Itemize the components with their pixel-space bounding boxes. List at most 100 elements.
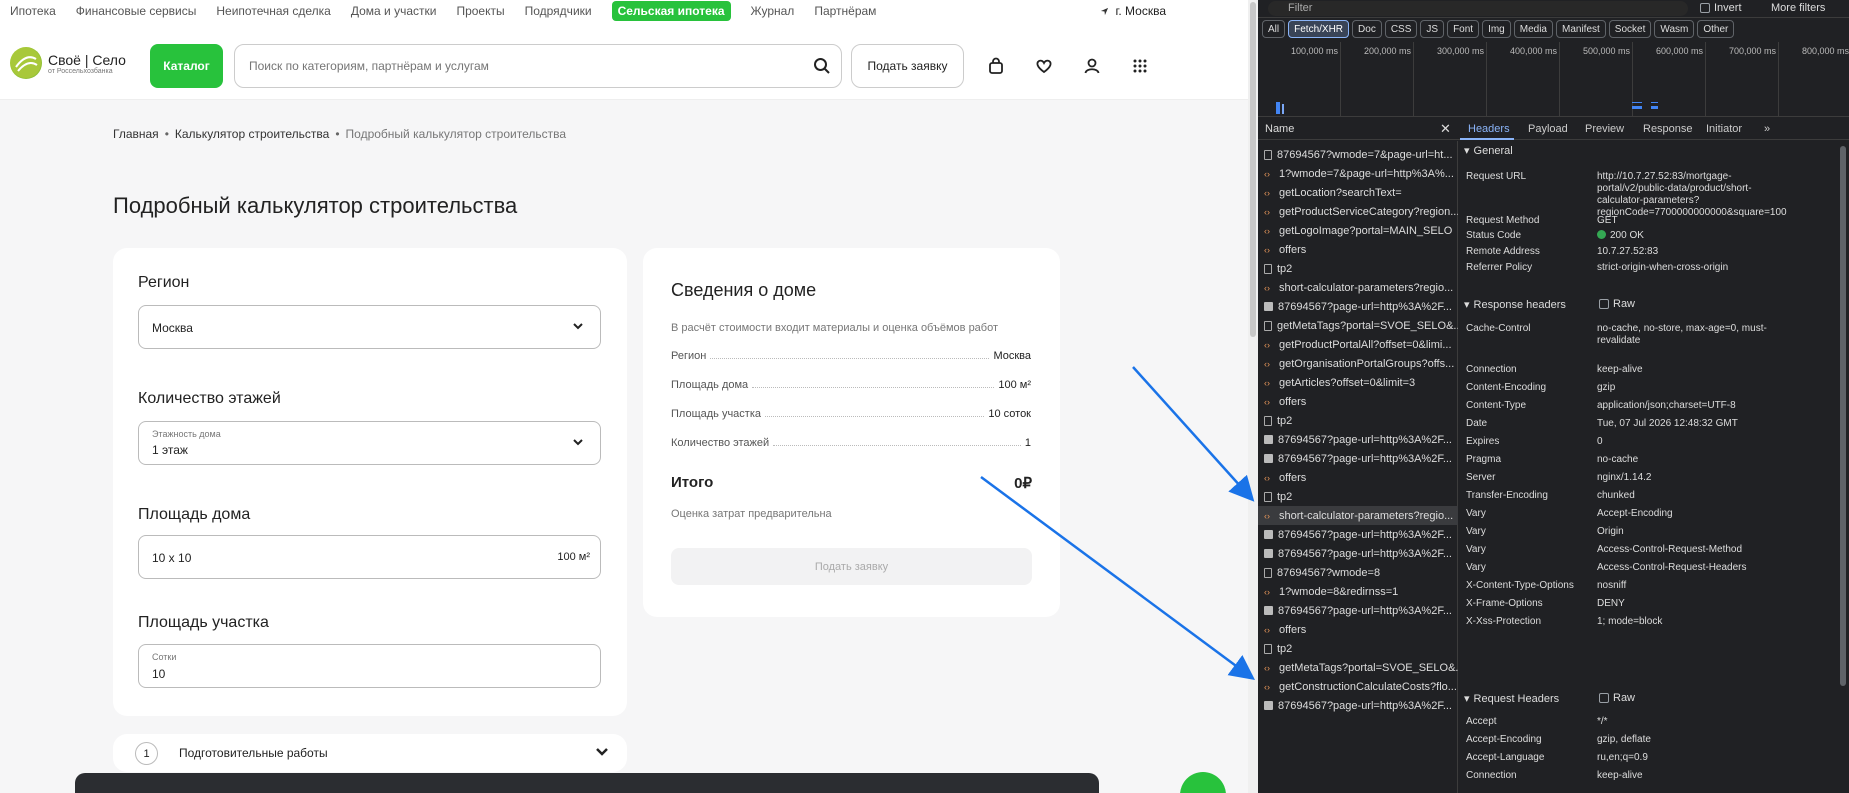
topnav-item-financial-services[interactable]: Финансовые сервисы bbox=[76, 4, 197, 18]
request-row[interactable]: getMetaTags?portal=SVOE_SELO&... bbox=[1258, 316, 1458, 335]
section-general[interactable]: ▾ General bbox=[1464, 144, 1513, 158]
more-filters-dropdown[interactable]: More filters bbox=[1771, 2, 1825, 14]
page-scrollbar[interactable] bbox=[1248, 0, 1258, 793]
request-row[interactable]: 87694567?page-url=http%3A%2F... bbox=[1258, 525, 1458, 544]
breadcrumb-calculator[interactable]: Калькулятор строительства bbox=[175, 127, 329, 141]
topnav-item-partners[interactable]: Партнёрам bbox=[814, 4, 876, 18]
request-row[interactable]: ‹› getProductServiceCategory?region... bbox=[1258, 202, 1458, 221]
scrollbar-thumb[interactable] bbox=[1840, 146, 1846, 686]
plot-area-label: Площадь участка bbox=[138, 614, 269, 631]
request-row[interactable]: ‹› getMetaTags?portal=SVOE_SELO&... bbox=[1258, 658, 1458, 677]
topnav-item-mortgage[interactable]: Ипотека bbox=[10, 4, 56, 18]
tab-preview[interactable]: Preview bbox=[1585, 123, 1624, 135]
request-row[interactable]: ‹› getLocation?searchText= bbox=[1258, 183, 1458, 202]
logo[interactable]: Своё | Село от Россельхозбанка bbox=[10, 47, 126, 79]
apps-grid-icon[interactable] bbox=[1130, 56, 1150, 76]
request-row[interactable]: ‹› getOrganisationPortalGroups?offs... bbox=[1258, 354, 1458, 373]
request-row[interactable]: ‹› offers bbox=[1258, 468, 1458, 487]
apply-button-disabled[interactable]: Подать заявку bbox=[671, 548, 1032, 585]
filter-chip-other[interactable]: Other bbox=[1697, 20, 1735, 38]
request-name: 87694567?wmode=7&page-url=ht... bbox=[1277, 148, 1453, 161]
breadcrumb-home[interactable]: Главная bbox=[113, 127, 159, 141]
header-key: Expires bbox=[1466, 436, 1500, 447]
filter-chip-manifest[interactable]: Manifest bbox=[1556, 20, 1606, 38]
request-row[interactable]: ‹› offers bbox=[1258, 240, 1458, 259]
request-row[interactable]: 87694567?wmode=8 bbox=[1258, 563, 1458, 582]
raw-checkbox[interactable]: Raw bbox=[1599, 298, 1635, 310]
request-row[interactable]: ‹› offers bbox=[1258, 620, 1458, 639]
filter-chip-all[interactable]: All bbox=[1262, 20, 1286, 38]
filter-chip-wasm[interactable]: Wasm bbox=[1654, 20, 1695, 38]
topnav-item-rural-mortgage[interactable]: Сельская ипотека bbox=[611, 1, 731, 21]
request-row[interactable]: ‹› 1?wmode=7&page-url=http%3A%... bbox=[1258, 164, 1458, 183]
filter-chip-socket[interactable]: Socket bbox=[1608, 20, 1652, 38]
accordion-preparatory-works[interactable]: 1 Подготовительные работы bbox=[113, 734, 627, 772]
tab-initiator[interactable]: Initiator bbox=[1706, 123, 1742, 135]
request-row[interactable]: 87694567?page-url=http%3A%2F... bbox=[1258, 449, 1458, 468]
filter-chip-img[interactable]: Img bbox=[1482, 20, 1511, 38]
heart-icon[interactable] bbox=[1034, 56, 1054, 76]
section-response-headers[interactable]: ▾ Response headers bbox=[1464, 298, 1566, 312]
request-row[interactable]: ‹› getProductPortalAll?offset=0&limi... bbox=[1258, 335, 1458, 354]
tab-headers[interactable]: Headers bbox=[1468, 123, 1510, 135]
floors-select[interactable]: Этажность дома 1 этаж bbox=[138, 421, 601, 465]
devtools-filter-bar: Filter Invert More filters bbox=[1258, 0, 1849, 18]
topnav-item-non-mortgage[interactable]: Неипотечная сделка bbox=[216, 4, 330, 18]
request-row[interactable]: 87694567?page-url=http%3A%2F... bbox=[1258, 297, 1458, 316]
topnav-item-projects[interactable]: Проекты bbox=[456, 4, 504, 18]
request-row[interactable]: tp2 bbox=[1258, 487, 1458, 506]
filter-chip-doc[interactable]: Doc bbox=[1352, 20, 1382, 38]
search-box[interactable] bbox=[234, 44, 842, 88]
details-scrollbar[interactable] bbox=[1838, 141, 1849, 793]
network-timeline[interactable]: 100,000 ms 200,000 ms 300,000 ms 400,000 ms… bbox=[1258, 42, 1849, 117]
header-key: Vary bbox=[1466, 526, 1486, 537]
request-row[interactable]: ‹› short-calculator-parameters?regio... bbox=[1258, 278, 1458, 297]
request-row[interactable]: ‹› offers bbox=[1258, 392, 1458, 411]
filter-chip-font[interactable]: Font bbox=[1447, 20, 1480, 38]
topnav-item-houses-plots[interactable]: Дома и участки bbox=[351, 4, 437, 18]
request-row[interactable]: tp2 bbox=[1258, 639, 1458, 658]
timeline-tick-label: 400,000 ms bbox=[1509, 46, 1557, 56]
request-row[interactable]: ‹› getLogoImage?portal=MAIN_SELO bbox=[1258, 221, 1458, 240]
section-request-headers[interactable]: ▾ Request Headers bbox=[1464, 692, 1559, 706]
invert-checkbox[interactable]: Invert bbox=[1700, 2, 1742, 14]
request-name: tp2 bbox=[1277, 490, 1293, 503]
request-row[interactable]: tp2 bbox=[1258, 411, 1458, 430]
request-row[interactable]: 87694567?page-url=http%3A%2F... bbox=[1258, 696, 1458, 715]
bag-icon[interactable] bbox=[986, 56, 1006, 76]
filter-chip-css[interactable]: CSS bbox=[1384, 20, 1418, 38]
request-row[interactable]: tp2 bbox=[1258, 259, 1458, 278]
chat-button[interactable] bbox=[1180, 772, 1226, 793]
header-value: strict-origin-when-cross-origin bbox=[1597, 262, 1729, 273]
request-row[interactable]: ‹› 1?wmode=8&redirnss=1 bbox=[1258, 582, 1458, 601]
request-row[interactable]: ‹› short-calculator-parameters?regio... bbox=[1258, 506, 1458, 525]
tab-response[interactable]: Response bbox=[1643, 123, 1693, 135]
region-select[interactable]: Москва bbox=[138, 305, 601, 349]
house-area-input[interactable]: 10 x 10 100 м² bbox=[138, 535, 601, 579]
user-icon[interactable] bbox=[1082, 56, 1102, 76]
filter-chip-js[interactable]: JS bbox=[1420, 20, 1445, 38]
city-selector[interactable]: г. Москва bbox=[1100, 4, 1166, 18]
search-icon[interactable] bbox=[813, 57, 831, 75]
name-column-header[interactable]: Name bbox=[1265, 123, 1294, 135]
scrollbar-thumb[interactable] bbox=[1250, 2, 1256, 337]
topnav-item-journal[interactable]: Журнал bbox=[751, 4, 795, 18]
tab-payload[interactable]: Payload bbox=[1528, 123, 1568, 135]
more-tabs-icon[interactable]: » bbox=[1764, 123, 1770, 135]
search-input[interactable] bbox=[249, 59, 789, 73]
request-row[interactable]: 87694567?page-url=http%3A%2F... bbox=[1258, 601, 1458, 620]
request-row[interactable]: 87694567?page-url=http%3A%2F... bbox=[1258, 430, 1458, 449]
filter-input[interactable]: Filter bbox=[1268, 1, 1688, 16]
close-icon[interactable]: ✕ bbox=[1440, 121, 1451, 137]
plot-area-input[interactable]: Сотки 10 bbox=[138, 644, 601, 688]
catalog-button[interactable]: Каталог bbox=[150, 44, 223, 88]
request-row[interactable]: 87694567?wmode=7&page-url=ht... bbox=[1258, 145, 1458, 164]
request-row[interactable]: ‹› getArticles?offset=0&limit=3 bbox=[1258, 373, 1458, 392]
filter-chip-media[interactable]: Media bbox=[1513, 20, 1553, 38]
request-row[interactable]: 87694567?page-url=http%3A%2F... bbox=[1258, 544, 1458, 563]
filter-chip-fetchxhr[interactable]: Fetch/XHR bbox=[1288, 20, 1350, 38]
apply-button-header[interactable]: Подать заявку bbox=[851, 44, 964, 88]
raw-checkbox[interactable]: Raw bbox=[1599, 692, 1635, 704]
request-row[interactable]: ‹› getConstructionCalculateCosts?flo... bbox=[1258, 677, 1458, 696]
topnav-item-contractors[interactable]: Подрядчики bbox=[525, 4, 592, 18]
